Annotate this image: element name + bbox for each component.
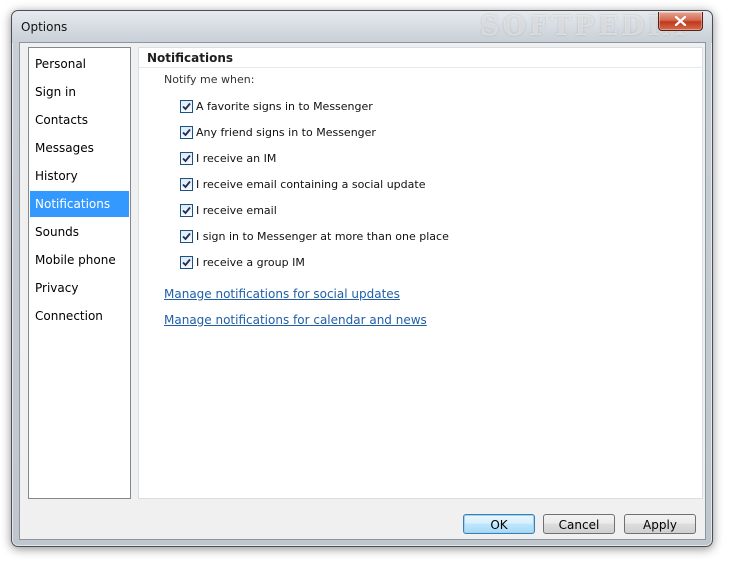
option-social-update-email[interactable]: I receive email containing a social upda… bbox=[180, 176, 425, 192]
checkmark-icon bbox=[182, 232, 191, 240]
option-multiple-sign-in[interactable]: I sign in to Messenger at more than one … bbox=[180, 228, 449, 244]
checkmark-icon bbox=[182, 180, 191, 188]
sidebar-item-label: Contacts bbox=[35, 113, 88, 127]
notifications-panel: Notifications Notify me when: A favorite… bbox=[138, 47, 703, 499]
checkbox[interactable] bbox=[180, 229, 193, 243]
checkmark-icon bbox=[182, 128, 191, 136]
sidebar-item-personal[interactable]: Personal bbox=[30, 51, 129, 77]
option-label: I receive an IM bbox=[196, 151, 277, 165]
sidebar-item-messages[interactable]: Messages bbox=[30, 135, 129, 161]
sidebar-item-sign-in[interactable]: Sign in bbox=[30, 79, 129, 105]
option-label: I receive email containing a social upda… bbox=[196, 177, 426, 191]
option-receive-im[interactable]: I receive an IM bbox=[180, 150, 276, 166]
sidebar-item-label: Mobile phone bbox=[35, 253, 116, 267]
link-manage-calendar-news[interactable]: Manage notifications for calendar and ne… bbox=[164, 313, 427, 327]
checkbox[interactable] bbox=[180, 177, 193, 191]
divider bbox=[139, 67, 702, 68]
sidebar-item-label: Personal bbox=[35, 57, 87, 71]
checkmark-icon bbox=[182, 102, 191, 110]
checkbox[interactable] bbox=[180, 203, 193, 217]
sidebar-item-label: Sounds bbox=[35, 225, 80, 239]
option-label: I sign in to Messenger at more than one … bbox=[196, 229, 449, 243]
sidebar-item-privacy[interactable]: Privacy bbox=[30, 275, 129, 301]
checkbox[interactable] bbox=[180, 255, 193, 269]
checkbox[interactable] bbox=[180, 151, 193, 165]
screen: Options SOFTPEDIA Personal Sign in Conta… bbox=[0, 0, 732, 566]
close-button[interactable] bbox=[658, 12, 703, 31]
checkbox[interactable] bbox=[180, 125, 193, 139]
sidebar-item-label: Notifications bbox=[35, 197, 111, 211]
sidebar-item-label: Sign in bbox=[35, 85, 76, 99]
sidebar-item-label: Privacy bbox=[35, 281, 79, 295]
sidebar-item-label: Connection bbox=[35, 309, 103, 323]
option-label: I receive email bbox=[196, 203, 277, 217]
sidebar-item-label: History bbox=[35, 169, 78, 183]
option-label: I receive a group IM bbox=[196, 255, 305, 269]
checkmark-icon bbox=[182, 154, 191, 162]
sidebar-item-contacts[interactable]: Contacts bbox=[30, 107, 129, 133]
apply-button[interactable]: Apply bbox=[624, 514, 696, 534]
checkmark-icon bbox=[182, 258, 191, 266]
sidebar-item-connection[interactable]: Connection bbox=[30, 303, 129, 329]
options-window: Options SOFTPEDIA Personal Sign in Conta… bbox=[11, 10, 713, 547]
dialog-body: Personal Sign in Contacts Messages Histo… bbox=[19, 42, 706, 540]
ok-button[interactable]: OK bbox=[463, 514, 535, 534]
sidebar-item-sounds[interactable]: Sounds bbox=[30, 219, 129, 245]
sidebar-item-notifications[interactable]: Notifications bbox=[30, 191, 129, 217]
category-list: Personal Sign in Contacts Messages Histo… bbox=[28, 47, 131, 499]
checkmark-icon bbox=[182, 206, 191, 214]
watermark: SOFTPEDIA bbox=[480, 11, 688, 42]
sidebar-item-mobile-phone[interactable]: Mobile phone bbox=[30, 247, 129, 273]
notify-me-label: Notify me when: bbox=[164, 73, 255, 86]
option-label: A favorite signs in to Messenger bbox=[196, 99, 373, 113]
cancel-button[interactable]: Cancel bbox=[543, 514, 615, 534]
option-group-im[interactable]: I receive a group IM bbox=[180, 254, 305, 270]
window-title: Options bbox=[21, 20, 68, 34]
checkbox[interactable] bbox=[180, 99, 193, 113]
option-receive-email[interactable]: I receive email bbox=[180, 202, 277, 218]
sidebar-item-history[interactable]: History bbox=[30, 163, 129, 189]
section-title: Notifications bbox=[147, 51, 234, 65]
link-manage-social-updates[interactable]: Manage notifications for social updates bbox=[164, 287, 400, 301]
option-friend-signs-in[interactable]: Any friend signs in to Messenger bbox=[180, 124, 376, 140]
sidebar-item-label: Messages bbox=[35, 141, 94, 155]
close-icon bbox=[674, 16, 687, 26]
option-label: Any friend signs in to Messenger bbox=[196, 125, 376, 139]
title-bar[interactable]: Options SOFTPEDIA bbox=[12, 11, 712, 43]
option-favorite-signs-in[interactable]: A favorite signs in to Messenger bbox=[180, 98, 373, 114]
